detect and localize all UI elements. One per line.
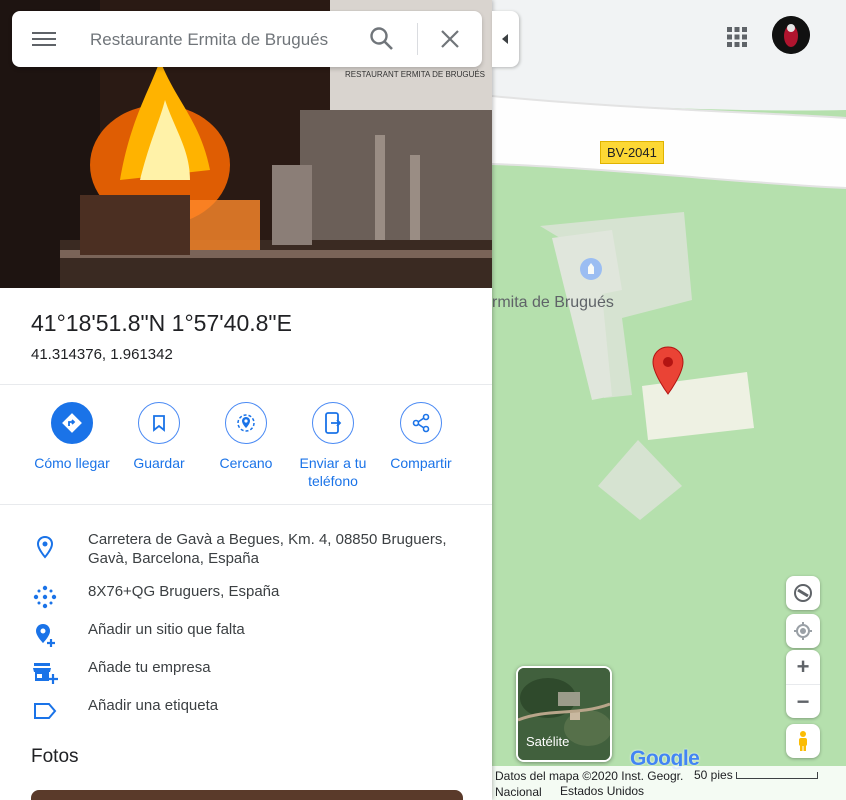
plus-code-text: 8X76+QG Bruguers, España — [88, 583, 280, 600]
send-to-phone-label: Enviar a tu teléfono — [299, 455, 367, 489]
plus-code-icon — [33, 585, 57, 609]
zoom-out-button[interactable]: − — [786, 684, 820, 719]
search-icon — [370, 27, 393, 50]
collapse-panel-button[interactable] — [492, 11, 519, 67]
compass-button[interactable] — [786, 576, 820, 610]
pegman-icon — [799, 731, 807, 751]
search-button[interactable] — [368, 25, 396, 53]
location-pin-icon — [36, 535, 54, 559]
hero-watermark: RESTAURANT ERMITA DE BRUGUÉS — [345, 70, 486, 79]
add-business-icon — [33, 663, 58, 684]
add-business-row[interactable]: Añade tu empresa — [0, 656, 492, 690]
map-footer: Datos del mapa ©2020 Inst. Geogr. Nacion… — [492, 766, 846, 800]
directions-label: Cómo llegar — [34, 455, 110, 471]
directions-icon — [62, 413, 82, 433]
send-to-phone-icon — [325, 412, 342, 434]
add-label-row[interactable]: Añadir una etiqueta — [0, 694, 492, 728]
zoom-controls: + − — [786, 650, 820, 718]
bookmark-icon — [153, 415, 165, 432]
avatar[interactable] — [772, 16, 810, 54]
add-place-text: Añadir un sitio que falta — [88, 621, 245, 638]
nearby-icon — [237, 414, 255, 432]
label-icon — [34, 703, 57, 719]
nearby-label: Cercano — [219, 455, 273, 471]
directions-button[interactable]: Cómo llegar — [27, 402, 117, 472]
my-location-icon — [794, 622, 812, 640]
address-row[interactable]: Carretera de Gavà a Begues, Km. 4, 08850… — [0, 530, 492, 570]
side-panel: RESTAURANT ERMITA DE BRUGUÉS 41°18'51.8"… — [0, 0, 492, 800]
add-place-icon — [36, 624, 55, 647]
add-business-text: Añade tu empresa — [88, 659, 211, 676]
country-label[interactable]: Estados Unidos — [560, 784, 644, 798]
scale-label[interactable]: 50 pies — [694, 768, 733, 782]
compass-icon — [794, 584, 812, 602]
location-marker-icon[interactable] — [652, 346, 684, 396]
close-icon — [441, 30, 459, 48]
pegman-button[interactable] — [786, 724, 820, 758]
divider — [0, 504, 492, 505]
satellite-label: Satélite — [526, 734, 570, 749]
scale-bar — [736, 772, 818, 779]
share-button[interactable]: Compartir — [376, 402, 466, 472]
share-label: Compartir — [390, 455, 452, 471]
road-badge: BV-2041 — [600, 141, 664, 164]
search-box — [12, 11, 482, 67]
save-label: Guardar — [133, 455, 185, 471]
satellite-toggle[interactable]: Satélite — [516, 666, 612, 762]
zoom-in-button[interactable]: + — [786, 650, 820, 684]
divider — [0, 384, 492, 385]
my-location-button[interactable] — [786, 614, 820, 648]
add-place-row[interactable]: Añadir un sitio que falta — [0, 618, 492, 652]
clear-search-button[interactable] — [436, 25, 464, 53]
share-icon — [412, 413, 430, 433]
send-to-phone-button[interactable]: Enviar a tu teléfono — [288, 402, 378, 490]
address-text: Carretera de Gavà a Begues, Km. 4, 08850… — [88, 531, 447, 567]
apps-grid-icon[interactable] — [726, 26, 748, 48]
menu-icon[interactable] — [32, 29, 56, 49]
place-poi-icon[interactable] — [580, 258, 602, 280]
action-bar: Cómo llegar Guardar Cercano Enviar a tu … — [0, 402, 492, 502]
save-button[interactable]: Guardar — [114, 402, 204, 472]
photos-heading: Fotos — [31, 746, 79, 767]
nearby-button[interactable]: Cercano — [201, 402, 291, 472]
search-input[interactable] — [88, 24, 352, 56]
place-label[interactable]: rmita de Brugués — [492, 294, 614, 312]
coordinates-decimal[interactable]: 41.314376, 1.961342 — [31, 346, 173, 363]
search-divider — [417, 23, 418, 55]
plus-code-row[interactable]: 8X76+QG Bruguers, España — [0, 580, 492, 614]
photo-thumbnail[interactable] — [31, 790, 463, 800]
coordinates-dms: 41°18'51.8"N 1°57'40.8"E — [31, 310, 292, 336]
add-label-text: Añadir una etiqueta — [88, 697, 219, 714]
